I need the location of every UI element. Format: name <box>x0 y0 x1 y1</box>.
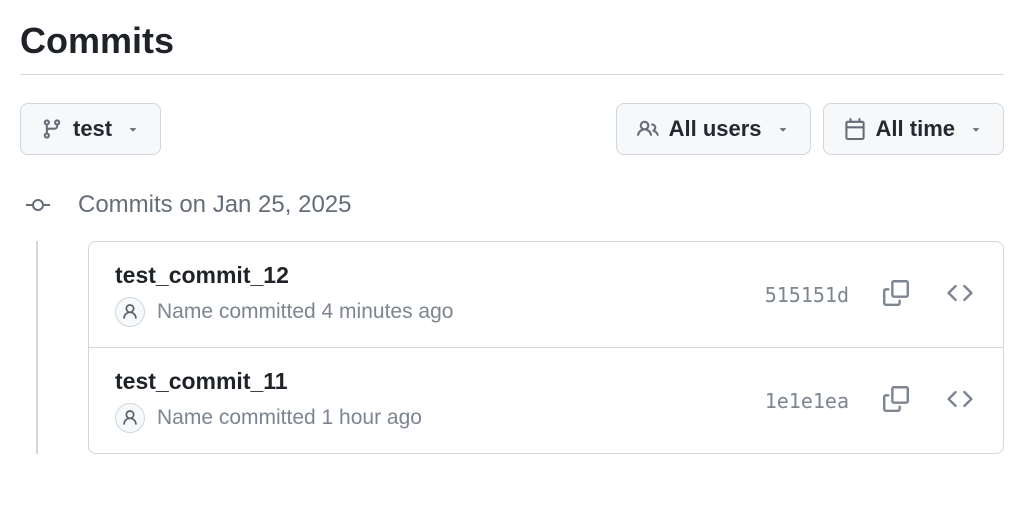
caret-down-icon <box>969 122 983 136</box>
browse-repo-button[interactable] <box>943 382 977 419</box>
commits-list-wrapper: test_commit_12 Name committed 4 minutes … <box>20 241 1004 454</box>
commit-title[interactable]: test_commit_11 <box>115 368 765 395</box>
users-filter-button[interactable]: All users <box>616 103 811 155</box>
commit-sha[interactable]: 515151d <box>765 283 849 307</box>
avatar[interactable] <box>115 297 145 327</box>
commit-byline: Name committed 1 hour ago <box>157 406 422 430</box>
timeline-vertical-line <box>36 241 38 454</box>
avatar[interactable] <box>115 403 145 433</box>
code-icon <box>947 386 973 415</box>
branch-selector-button[interactable]: test <box>20 103 161 155</box>
git-branch-icon <box>41 118 63 140</box>
copy-icon <box>883 386 909 415</box>
commit-sha[interactable]: 1e1e1ea <box>765 389 849 413</box>
date-heading: Commits on Jan 25, 2025 <box>78 191 351 219</box>
commit-item: test_commit_11 Name committed 1 hour ago… <box>89 348 1003 453</box>
calendar-icon <box>844 118 866 140</box>
commits-list: test_commit_12 Name committed 4 minutes … <box>88 241 1004 454</box>
caret-down-icon <box>126 122 140 136</box>
commit-node-icon <box>26 195 50 215</box>
commit-item: test_commit_12 Name committed 4 minutes … <box>89 242 1003 348</box>
filters-row: test All users All time <box>20 103 1004 155</box>
copy-sha-button[interactable] <box>879 382 913 419</box>
timeline-date-row: Commits on Jan 25, 2025 <box>20 191 1004 219</box>
caret-down-icon <box>776 122 790 136</box>
page-title: Commits <box>20 20 1004 75</box>
copy-sha-button[interactable] <box>879 276 913 313</box>
users-icon <box>637 118 659 140</box>
commit-byline: Name committed 4 minutes ago <box>157 300 453 324</box>
users-label: All users <box>669 116 762 142</box>
time-filter-button[interactable]: All time <box>823 103 1004 155</box>
copy-icon <box>883 280 909 309</box>
branch-label: test <box>73 116 112 142</box>
browse-repo-button[interactable] <box>943 276 977 313</box>
time-label: All time <box>876 116 955 142</box>
commit-title[interactable]: test_commit_12 <box>115 262 765 289</box>
code-icon <box>947 280 973 309</box>
